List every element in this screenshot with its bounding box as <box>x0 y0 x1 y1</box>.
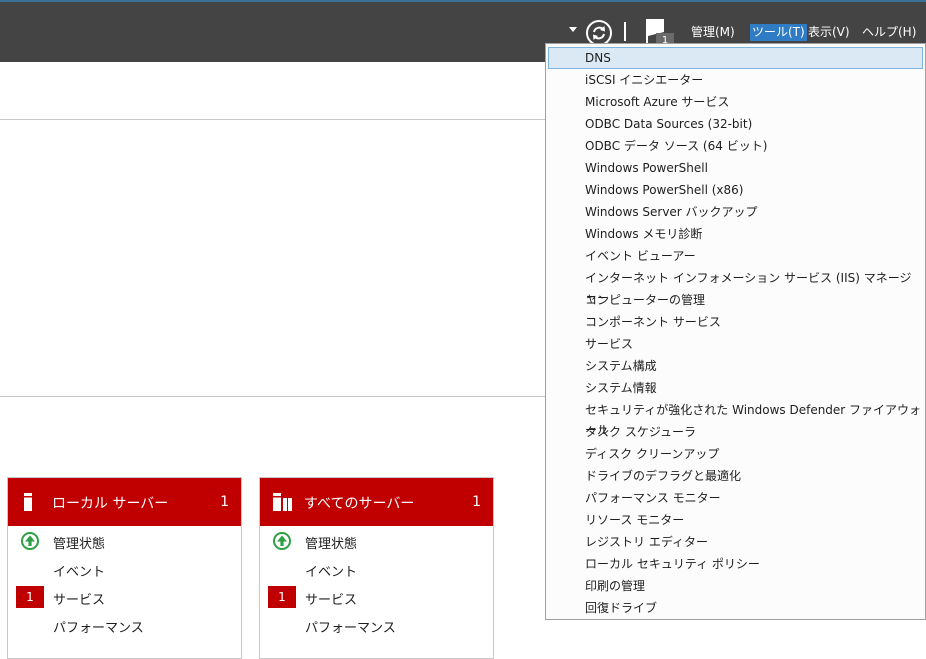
menu-tools[interactable]: ツール(T) <box>750 24 807 41</box>
menu-item-recovery-drive[interactable]: 回復ドライブ <box>548 597 923 619</box>
service-alert-badge: 1 <box>268 586 296 608</box>
menu-item-component-services[interactable]: コンポーネント サービス <box>548 311 923 333</box>
tile-title: ローカル サーバー <box>52 496 169 512</box>
menu-item-server-backup[interactable]: Windows Server バックアップ <box>548 201 923 223</box>
menu-item-event-viewer[interactable]: イベント ビューアー <box>548 245 923 267</box>
menu-item-local-security-policy[interactable]: ローカル セキュリティ ポリシー <box>548 553 923 575</box>
row-label: 管理状態 <box>305 537 358 552</box>
toolbar-separator <box>624 22 626 41</box>
menu-item-computer-management[interactable]: コンピューターの管理 <box>548 289 923 311</box>
menu-item-system-configuration[interactable]: システム構成 <box>548 355 923 377</box>
all-servers-tile[interactable]: すべてのサーバー 1 管理状態 イベント 1 サービス パフォーマンス <box>259 477 494 659</box>
tile-count: 1 <box>472 494 481 510</box>
menu-item-odbc-64[interactable]: ODBC データ ソース (64 ビット) <box>548 135 923 157</box>
dropdown-arrow-icon[interactable] <box>569 27 577 32</box>
tile-header[interactable]: ローカル サーバー 1 <box>8 478 241 526</box>
row-label: サービス <box>53 593 106 608</box>
tile-count: 1 <box>220 494 229 510</box>
row-label: サービス <box>305 593 358 608</box>
row-services[interactable]: 1 サービス <box>8 586 241 608</box>
menu-item-defender-firewall[interactable]: セキュリティが強化された Windows Defender ファイアウォール <box>548 399 923 437</box>
row-label: 管理状態 <box>53 537 106 552</box>
row-services[interactable]: 1 サービス <box>260 586 493 608</box>
menu-item-disk-cleanup[interactable]: ディスク クリーンアップ <box>548 443 923 465</box>
row-performance[interactable]: パフォーマンス <box>260 614 493 636</box>
row-manageability[interactable]: 管理状態 <box>8 530 241 552</box>
menu-manage[interactable]: 管理(M) <box>689 24 737 41</box>
server-icon <box>24 493 32 511</box>
tile-title: すべてのサーバー <box>304 496 415 512</box>
tile-header[interactable]: すべてのサーバー 1 <box>260 478 493 526</box>
menu-item-registry-editor[interactable]: レジストリ エディター <box>548 531 923 553</box>
menu-item-odbc-32[interactable]: ODBC Data Sources (32-bit) <box>548 113 923 135</box>
menu-help[interactable]: ヘルプ(H) <box>860 24 918 41</box>
local-server-tile[interactable]: ローカル サーバー 1 管理状態 イベント 1 サービス パフォーマンス <box>7 477 242 659</box>
menu-item-powershell[interactable]: Windows PowerShell <box>548 157 923 179</box>
row-events[interactable]: イベント <box>260 558 493 580</box>
servers-icon <box>273 493 292 511</box>
menu-item-performance-monitor[interactable]: パフォーマンス モニター <box>548 487 923 509</box>
menu-item-dns[interactable]: DNS <box>548 47 923 69</box>
status-ok-icon <box>273 532 291 550</box>
menu-view[interactable]: 表示(V) <box>806 24 852 41</box>
menu-item-memory-diagnostic[interactable]: Windows メモリ診断 <box>548 223 923 245</box>
status-ok-icon <box>21 532 39 550</box>
row-label: イベント <box>305 565 358 580</box>
menu-item-services[interactable]: サービス <box>548 333 923 355</box>
row-performance[interactable]: パフォーマンス <box>8 614 241 636</box>
menu-item-defragment[interactable]: ドライブのデフラグと最適化 <box>548 465 923 487</box>
menu-item-task-scheduler[interactable]: タスク スケジューラ <box>548 421 923 443</box>
row-manageability[interactable]: 管理状態 <box>260 530 493 552</box>
row-label: パフォーマンス <box>53 621 144 636</box>
menu-item-resource-monitor[interactable]: リソース モニター <box>548 509 923 531</box>
menu-item-system-information[interactable]: システム情報 <box>548 377 923 399</box>
menu-item-print-management[interactable]: 印刷の管理 <box>548 575 923 597</box>
service-alert-badge: 1 <box>16 586 44 608</box>
menu-item-azure-services[interactable]: Microsoft Azure サービス <box>548 91 923 113</box>
menu-item-iscsi-initiator[interactable]: iSCSI イニシエーター <box>548 69 923 91</box>
row-label: イベント <box>53 565 106 580</box>
row-events[interactable]: イベント <box>8 558 241 580</box>
menu-item-iis-manager[interactable]: インターネット インフォメーション サービス (IIS) マネージャー <box>548 267 923 305</box>
menu-item-powershell-x86[interactable]: Windows PowerShell (x86) <box>548 179 923 201</box>
row-label: パフォーマンス <box>305 621 396 636</box>
tools-dropdown-menu: DNS iSCSI イニシエーター Microsoft Azure サービス O… <box>545 43 926 620</box>
